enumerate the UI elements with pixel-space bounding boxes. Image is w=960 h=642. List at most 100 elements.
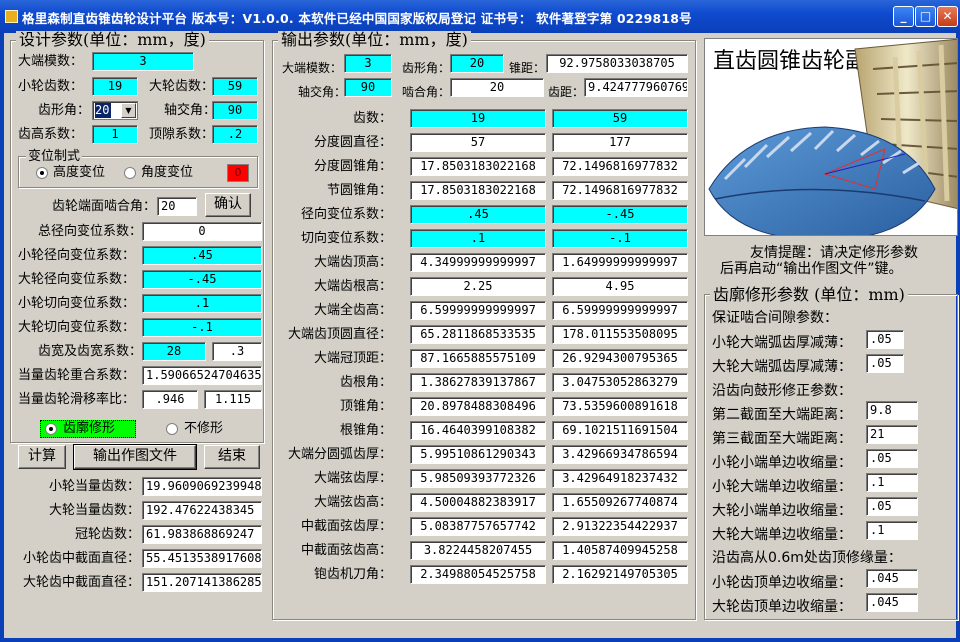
z2-input[interactable]: 59 [212, 77, 258, 96]
xt1-label: 小轮切向变位系数： [18, 296, 136, 311]
modify-off-radio[interactable] [166, 423, 178, 435]
output-row-label: 中截面弦齿高： [300, 543, 392, 558]
confirm-button[interactable]: 确认 [205, 193, 251, 217]
dm2-output: 151.207141386285 [142, 573, 262, 592]
bevel-gear-image [708, 39, 957, 235]
backlash-large-input[interactable]: .05 [866, 354, 904, 373]
output-row-pinion-value: .45 [410, 205, 546, 224]
sec2-input[interactable]: 9.8 [866, 401, 918, 420]
output-row-pinion-value: 5.99510861290343 [410, 445, 546, 464]
modification-title: 齿廓修形参数 (单位：mm) [710, 286, 908, 304]
modify-on-radio[interactable] [45, 423, 57, 435]
output-row-label: 铇齿机刀角： [313, 567, 392, 582]
output-row-gear-value: -.1 [552, 229, 688, 248]
z1-input[interactable]: 19 [92, 77, 138, 96]
output-row-gear-value: 178.011553508095 [552, 325, 688, 344]
output-row-pinion-value: 17.8503183022168 [410, 181, 546, 200]
output-row-pinion-value: 20.8978488308496 [410, 397, 546, 416]
output-row-label: 顶锥角： [339, 399, 392, 414]
mesh-angle-input[interactable]: 20 [157, 197, 197, 216]
large-large-input[interactable]: .1 [866, 521, 918, 540]
output-row-label: 大端冠顶距： [313, 351, 392, 366]
export-drawing-button[interactable]: 输出作图文件 [73, 444, 197, 470]
x2-label: 大轮径向变位系数： [18, 272, 136, 287]
backlash-small-input[interactable]: .05 [866, 330, 904, 349]
output-row-label: 根锥角： [339, 423, 392, 438]
slide-ratio-label: 当量齿轮滑移率比： [18, 392, 136, 407]
xt2-input[interactable]: -.1 [142, 318, 262, 337]
small-large-label: 小轮大端单边收缩量： [712, 479, 852, 495]
shift-height-radio[interactable] [36, 167, 48, 179]
output-row-pinion-value: 19 [410, 109, 546, 128]
output-row-pinion-value: 4.34999999999997 [410, 253, 546, 272]
output-row-pinion-value: 65.2811868533535 [410, 325, 546, 344]
maximize-button[interactable]: □ [915, 6, 936, 27]
pressure-label: 齿形角： [38, 103, 91, 118]
backlash-title: 保证啮合间隙参数： [712, 310, 838, 326]
module-label: 大端模数： [18, 54, 84, 69]
output-row-label: 节圆锥角： [326, 183, 392, 198]
sec3-input[interactable]: 21 [866, 425, 918, 444]
output-row-gear-value: 6.59999999999997 [552, 301, 688, 320]
xt1-input[interactable]: .1 [142, 294, 262, 313]
total-shift-input[interactable]: 0 [142, 222, 262, 241]
shaft-input[interactable]: 90 [212, 101, 258, 120]
shift-angle-radio[interactable] [124, 167, 136, 179]
output-row-pinion-value: 2.25 [410, 277, 546, 296]
small-small-input[interactable]: .05 [866, 449, 918, 468]
x1-input[interactable]: .45 [142, 246, 262, 265]
output-row-pinion-value: 16.4640399108382 [410, 421, 546, 440]
small-small-label: 小轮小端单边收缩量： [712, 455, 852, 471]
app-icon [5, 10, 18, 23]
output-row-pinion-value: 1.38627839137867 [410, 373, 546, 392]
design-params-title: 设计参数(单位：mm，度) [16, 31, 209, 49]
modify-off-label: 不修形 [184, 421, 224, 436]
modify-on-option[interactable]: 齿廓修形 [40, 420, 136, 438]
x1-label: 小轮径向变位系数： [18, 248, 136, 263]
maximize-icon: □ [919, 9, 932, 23]
output-row-label: 齿数： [352, 111, 392, 126]
addendum-input[interactable]: 1 [92, 125, 138, 144]
output-row-pinion-value: 2.34988054525758 [410, 565, 546, 584]
sec3-label: 第三截面至大端距离： [712, 431, 852, 447]
zv1-label: 小轮当量齿数： [48, 479, 140, 494]
output-row-gear-value: 73.5359600891618 [552, 397, 688, 416]
small-large-input[interactable]: .1 [866, 473, 918, 492]
chevron-down-icon[interactable]: ▼ [121, 103, 136, 118]
large-small-input[interactable]: .05 [866, 497, 918, 516]
output-row-label: 大端齿顶圆直径： [287, 327, 392, 342]
tip2-input[interactable]: .045 [866, 593, 918, 612]
slide-ratio-1: .946 [142, 390, 198, 409]
module-input[interactable]: 3 [92, 52, 194, 71]
contact-ratio-output: 1.59066524704635 [142, 366, 262, 385]
hint-line-2: 后再启动“输出作图文件”键。 [720, 261, 903, 277]
output-row-pinion-value: 5.08387757657742 [410, 517, 546, 536]
out-pitch-label: 齿距： [548, 85, 585, 99]
close-icon: ✕ [942, 9, 953, 23]
x2-input[interactable]: -.45 [142, 270, 262, 289]
close-button[interactable]: ✕ [937, 6, 958, 27]
out-pa-output: 20 [450, 54, 504, 73]
out-pa-label: 齿形角： [402, 61, 451, 75]
sec2-label: 第二截面至大端距离： [712, 407, 852, 423]
pressure-select[interactable]: 20 ▼ [92, 101, 138, 120]
clearance-input[interactable]: .2 [212, 125, 258, 144]
tip2-label: 大轮齿顶单边收缩量： [712, 599, 852, 615]
output-row-gear-value: 3.42964918237432 [552, 469, 688, 488]
output-row-gear-value: 26.9294300795365 [552, 349, 688, 368]
output-row-label: 分度圆锥角： [313, 159, 392, 174]
title-bar: 格里森制直齿锥齿轮设计平台 版本号：V1.0.0. 本软件已经中国国家版权局登记… [0, 0, 960, 33]
minimize-icon: _ [900, 9, 907, 23]
backlash-small-label: 小轮大端弧齿厚减薄： [712, 335, 852, 351]
tip1-input[interactable]: .045 [866, 569, 918, 588]
total-shift-label: 总径向变位系数： [38, 224, 143, 239]
calculate-button[interactable]: 计算 [18, 445, 66, 469]
large-large-label: 大轮大端单边收缩量： [712, 527, 852, 543]
large-small-label: 大轮小端单边收缩量： [712, 503, 852, 519]
output-row-gear-value: -.45 [552, 205, 688, 224]
end-button[interactable]: 结束 [204, 445, 260, 469]
face-width-input[interactable]: 28 [142, 342, 206, 361]
face-width-coef-input[interactable]: .3 [212, 342, 262, 361]
minimize-button[interactable]: _ [893, 6, 914, 27]
output-row-pinion-value: 87.1665885575109 [410, 349, 546, 368]
